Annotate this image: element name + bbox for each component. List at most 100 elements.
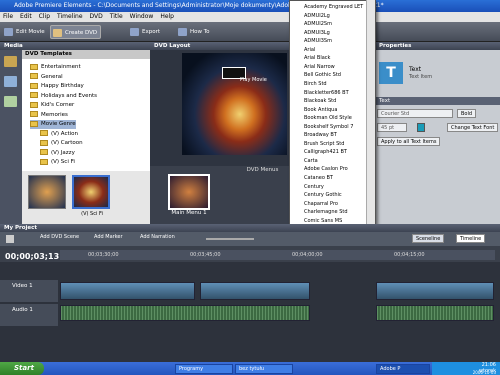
font-option[interactable]: Charlemagne Std xyxy=(304,208,348,216)
tree-item[interactable]: Entertainment xyxy=(30,63,81,72)
current-timecode[interactable]: 00;00;03;13 xyxy=(5,252,59,261)
font-size-select[interactable]: 45 pt xyxy=(377,123,407,132)
tree-item[interactable]: (V) Sci Fi xyxy=(40,158,75,167)
tree-item[interactable]: Holidays and Events xyxy=(30,92,97,101)
audio-track-header[interactable]: Audio 1 xyxy=(0,304,58,326)
menu-clip[interactable]: Clip xyxy=(39,13,50,20)
ruler-label: 00;03;45;00 xyxy=(190,252,221,258)
font-option[interactable]: Brush Script Std xyxy=(304,140,344,148)
taskbar-item[interactable]: Adobe P xyxy=(376,364,430,374)
video-clip[interactable] xyxy=(200,282,310,300)
timeline-tracks: Video 1 Audio 1 xyxy=(0,262,500,362)
menu-help[interactable]: Help xyxy=(160,13,174,20)
font-option[interactable]: ADMUI3Lg xyxy=(304,29,330,37)
bold-button[interactable]: Bold xyxy=(457,109,477,118)
font-option[interactable]: Arial Narrow xyxy=(304,63,335,71)
timeline-ruler[interactable]: 00;03;30;00 00;03;45;00 00;04;00;00 00;04;1… xyxy=(60,250,495,260)
font-option[interactable]: ADMUI2Lg xyxy=(304,12,330,20)
tree-item[interactable]: Movie Genre xyxy=(30,120,76,129)
ruler-label: 00;03;30;00 xyxy=(88,252,119,258)
play-movie-text[interactable]: Play Movie xyxy=(240,77,267,83)
font-option[interactable]: Century xyxy=(304,183,324,191)
timeline-toolbar: Add DVD Scene Add Marker Add Narration S… xyxy=(0,232,500,246)
properties-title: Properties xyxy=(375,42,500,50)
tree-item[interactable]: Kid's Corner xyxy=(30,101,74,110)
tree-item[interactable]: Happy Birthday xyxy=(30,82,84,91)
menu-title[interactable]: Title xyxy=(110,13,123,20)
timeline-button[interactable]: Timeline xyxy=(456,234,486,243)
font-option[interactable]: Cataneo BT xyxy=(304,174,333,182)
transitions-tab-icon[interactable] xyxy=(4,96,17,107)
font-option[interactable]: Blackoak Std xyxy=(304,97,336,105)
selection-tool-icon[interactable] xyxy=(6,235,14,243)
add-marker-button[interactable]: Add Marker xyxy=(94,234,123,240)
start-button[interactable]: Start xyxy=(0,362,44,375)
video-clip[interactable] xyxy=(376,282,494,300)
add-narration-button[interactable]: Add Narration xyxy=(140,234,175,240)
media-tab-icon[interactable] xyxy=(4,56,17,67)
change-text-font-button[interactable]: Change Text Font xyxy=(447,123,499,132)
export-icon xyxy=(130,28,139,36)
help-icon xyxy=(178,28,187,36)
taskbar-item[interactable]: bez tytułu xyxy=(235,364,293,374)
template-thumbnails: (V) Sci Fi xyxy=(22,171,150,224)
font-option[interactable]: Arial xyxy=(304,46,315,54)
font-option[interactable]: Birch Std xyxy=(304,80,327,88)
apply-to-all-text-button[interactable]: Apply to all Text Items xyxy=(377,137,441,146)
properties-text-label: Text xyxy=(409,66,422,73)
font-option[interactable]: Adobe Caslon Pro xyxy=(304,165,348,173)
text-color-swatch[interactable] xyxy=(417,123,425,132)
taskbar-item[interactable]: Programy xyxy=(175,364,233,374)
film-icon xyxy=(4,28,13,36)
font-option[interactable]: Calligraph421 BT xyxy=(304,148,347,156)
folder-icon xyxy=(30,111,38,117)
video-clip[interactable] xyxy=(60,282,195,300)
font-option[interactable]: Bookshelf Symbol 7 xyxy=(304,123,353,131)
font-option[interactable]: Blackletter686 BT xyxy=(304,89,349,97)
font-option[interactable]: ADMUI3Sm xyxy=(304,37,332,45)
template-thumb[interactable] xyxy=(28,175,66,209)
media-panel-title: Media xyxy=(0,42,150,50)
font-option[interactable]: Book Antiqua xyxy=(304,106,337,114)
audio-clip[interactable] xyxy=(60,305,310,321)
tree-item[interactable]: Memories xyxy=(30,111,68,120)
font-select[interactable]: Courier Std xyxy=(377,109,453,118)
folder-icon xyxy=(40,130,48,136)
font-option[interactable]: Academy Engraved LET xyxy=(304,3,363,11)
template-thumb-selected[interactable] xyxy=(72,175,110,209)
audio-clip[interactable] xyxy=(376,305,494,321)
add-dvd-scene-button[interactable]: Add DVD Scene xyxy=(40,234,79,240)
sceneline-button[interactable]: Sceneline xyxy=(412,234,445,243)
how-to-button[interactable]: How To xyxy=(176,25,213,39)
menu-edit[interactable]: Edit xyxy=(20,13,32,20)
zoom-slider[interactable] xyxy=(206,238,254,240)
main-menu-thumbnail[interactable] xyxy=(168,174,210,210)
folder-icon xyxy=(40,149,48,155)
tree-item[interactable]: (V) Jazzy xyxy=(40,149,75,158)
font-option[interactable]: Arial Black xyxy=(304,54,330,62)
font-option[interactable]: ADMUI2Sm xyxy=(304,20,332,28)
menu-dvd[interactable]: DVD xyxy=(90,13,103,20)
tree-item[interactable]: (V) Action xyxy=(40,130,78,139)
font-option[interactable]: Broadway BT xyxy=(304,131,337,139)
template-thumb-label: (V) Sci Fi xyxy=(81,211,103,217)
video-track-header[interactable]: Video 1 xyxy=(0,280,58,302)
create-dvd-button[interactable]: Create DVD xyxy=(50,25,102,39)
export-button[interactable]: Export xyxy=(128,25,163,39)
template-tree: Entertainment General Happy Birthday Holida… xyxy=(22,59,150,171)
menu-timeline[interactable]: Timeline xyxy=(57,13,83,20)
font-option[interactable]: Chaparral Pro xyxy=(304,200,338,208)
font-option[interactable]: Bell Gothic Std xyxy=(304,71,341,79)
font-option[interactable]: Carta xyxy=(304,157,318,165)
folder-icon xyxy=(40,139,48,146)
tree-item[interactable]: General xyxy=(30,73,63,82)
font-option[interactable]: Bookman Old Style xyxy=(304,114,352,122)
effects-tab-icon[interactable] xyxy=(4,76,17,87)
font-option[interactable]: Century Gothic xyxy=(304,191,342,199)
properties-text-item: Text Item xyxy=(409,74,433,80)
window-title-bar: Adobe Premiere Elements - C:\Documents a… xyxy=(0,0,500,12)
menu-file[interactable]: File xyxy=(3,13,13,20)
menu-window[interactable]: Window xyxy=(130,13,154,20)
edit-movie-button[interactable]: Edit Movie xyxy=(2,25,48,39)
tree-item[interactable]: (V) Cartoon xyxy=(40,139,83,148)
